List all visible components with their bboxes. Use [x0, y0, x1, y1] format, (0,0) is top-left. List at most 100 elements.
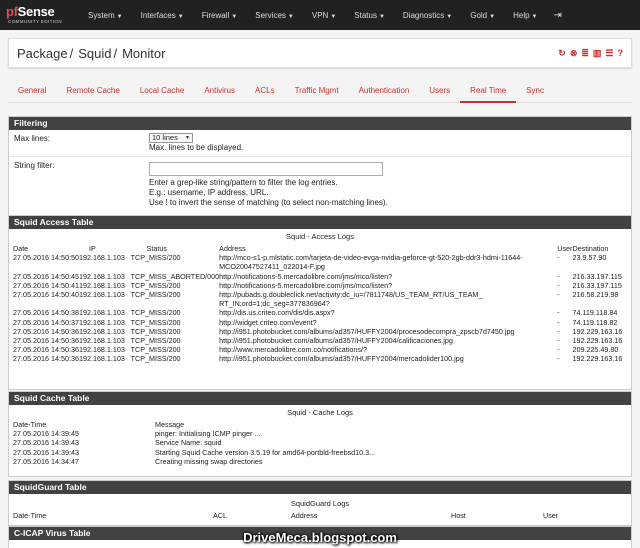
squidguard-header-row: Date-Time ACL Address Host User [13, 508, 631, 520]
cell-destination: 192.229.163.16 [572, 354, 623, 364]
access-row: MCO20047527411_022014-F.jpg [13, 262, 631, 271]
cell-ip: 192.168.1.103 [78, 354, 125, 364]
top-navbar: pfSense COMMUNITY EDITION System ▼ Interf… [0, 0, 640, 30]
squidguard-table: Date-Time ACL Address Host User [13, 508, 631, 520]
cache-row: 27.05.2016 14:39:43 Service Name: squid [13, 438, 631, 447]
nav-firewall[interactable]: Firewall ▼ [202, 11, 238, 20]
nav-help[interactable]: Help ▼ [513, 11, 537, 20]
cell-destination: 209.225.49.80 [572, 345, 619, 355]
reload-icon[interactable]: ↻ [558, 48, 566, 59]
access-caption: Squid - Access Logs [286, 232, 354, 241]
nav-interfaces[interactable]: Interfaces ▼ [141, 11, 184, 20]
access-row: 27.05.2016 14:50:50 192.168.1.103 TCP_MISS… [13, 253, 631, 262]
settings-icon[interactable]: ≣ [581, 48, 589, 59]
cell-ip [79, 262, 131, 271]
filtering-title: Filtering [9, 117, 631, 130]
cell-user: - [557, 345, 560, 355]
col-message: Message [155, 420, 185, 429]
cell-destination: 216.33.197.115 [572, 280, 622, 290]
access-row: 27.05.2016 14:50:36 192.168.1.103 TCP_MISS… [13, 354, 631, 363]
access-row: 27.05.2016 14:50:40 192.168.1.103 TCP_MISS… [13, 290, 631, 299]
tab-remote-cache[interactable]: Remote Cache [56, 78, 129, 103]
col-sg-date-time: Date-Time [13, 511, 47, 520]
tab-traffic-mgmt[interactable]: Traffic Mgmt [285, 78, 349, 103]
tab-acls[interactable]: ACLs [245, 78, 285, 103]
cache-panel: Squid Cache Table Squid - Cache Logs Dat… [8, 391, 632, 477]
nav-gold[interactable]: Gold ▼ [470, 11, 495, 20]
cell-ip: 192.168.1.103 [78, 317, 125, 327]
cell-message: Creating missing swap directories [155, 456, 263, 466]
cell-ip: 192.168.1.103 [78, 336, 125, 346]
tab-local-cache[interactable]: Local Cache [130, 78, 194, 103]
nav-vpn[interactable]: VPN ▼ [312, 11, 336, 20]
cell-date [13, 262, 79, 271]
string-filter-input[interactable] [149, 162, 383, 176]
cell-destination: 74.119.118.82 [572, 317, 618, 327]
tab-authentication[interactable]: Authentication [349, 78, 420, 103]
header-icons: ↻ ⊗ ≣ ▥ ☰ ? [558, 48, 623, 59]
cell-user: - [557, 317, 560, 327]
cell-address: http://dis.us.criteo.com/dis/dis.aspx? [219, 308, 335, 318]
tab-sync[interactable]: Sync [516, 78, 554, 103]
cache-row: 27.05.2016 14:39:43 Starting Squid Cache … [13, 448, 631, 457]
access-row: 27.05.2016 14:50:37 192.168.1.103 TCP_MISS… [13, 318, 631, 327]
cell-user: - [557, 336, 560, 346]
tab-users[interactable]: Users [419, 78, 460, 103]
string-filter-row: String filter: Enter a grep-like string/… [9, 157, 631, 213]
col-sg-address: Address [291, 511, 318, 520]
chart-icon[interactable]: ▥ [593, 48, 602, 59]
cell-ip: 192.168.1.103 [78, 290, 125, 300]
string-filter-label: String filter: [14, 161, 55, 170]
nav-status[interactable]: Status ▼ [354, 11, 385, 20]
cell-user [557, 299, 572, 308]
logo-subtitle: COMMUNITY EDITION [8, 19, 62, 24]
tab-antivirus[interactable]: Antivirus [194, 78, 245, 103]
access-row: 27.05.2016 14:50:41 192.168.1.103 TCP_MISS… [13, 281, 631, 290]
nav-system[interactable]: System ▼ [88, 11, 123, 20]
cache-header-row: Date-Time Message [13, 417, 631, 429]
cell-date: 27.05.2016 14:50:36 [13, 336, 79, 346]
squid-tabs: General Remote Cache Local Cache Antivir… [8, 78, 632, 103]
cell-destination: 216.33.197.115 [572, 271, 622, 281]
cell-user: - [557, 290, 560, 300]
cell-status [131, 262, 220, 271]
breadcrumb-package[interactable]: Package [17, 46, 68, 61]
access-title: Squid Access Table [9, 216, 631, 229]
cell-ip: 192.168.1.103 [78, 326, 125, 336]
sign-out-icon[interactable]: ⇥ [554, 10, 562, 21]
nav-services[interactable]: Services ▼ [255, 11, 294, 20]
cell-date: 27.05.2016 14:50:40 [13, 290, 79, 300]
cell-address: http://widget.criteo.com/event? [219, 317, 317, 327]
cell-message: Starting Squid Cache version 3.5.19 for … [155, 447, 376, 457]
cell-destination: 23.9.57.90 [572, 253, 607, 263]
cell-status: TCP_MISS/200 [130, 354, 181, 364]
cell-destination [572, 299, 631, 308]
cell-ip: 192.168.1.103 [78, 271, 125, 281]
cell-address: http://i951.photobucket.com/albums/ad357… [219, 336, 453, 346]
access-row: 27.05.2016 14:50:36 192.168.1.103 TCP_MISS… [13, 345, 631, 354]
cache-table: Date-Time Message 27.05.2016 14:39:45 pin… [13, 417, 631, 466]
cell-date-time: 27.05.2016 14:39:43 [13, 438, 79, 448]
cell-message: Service Name: squid [155, 438, 222, 448]
max-lines-select[interactable]: 10 lines ▼ [149, 133, 193, 143]
breadcrumb-squid[interactable]: Squid [78, 46, 111, 61]
log-icon[interactable]: ☰ [605, 48, 613, 59]
breadcrumb-monitor: Monitor [122, 45, 166, 61]
tab-general[interactable]: General [8, 78, 56, 103]
nav-diagnostics[interactable]: Diagnostics ▼ [403, 11, 452, 20]
col-address: Address [219, 244, 246, 253]
access-row: RT_IN;ord=1;dc_seg=377836964? [13, 299, 631, 308]
cell-address: http://i951.photobucket.com/albums/ad357… [219, 326, 515, 336]
col-ip: IP [88, 244, 96, 253]
help-icon[interactable]: ? [618, 48, 624, 59]
logo-text: Sense [17, 4, 55, 19]
cell-user: - [557, 354, 560, 364]
access-header-row: Date IP Status Address User Destination [13, 241, 631, 253]
cell-status: TCP_MISS/200 [130, 317, 181, 327]
tab-real-time[interactable]: Real Time [460, 78, 517, 103]
stop-icon[interactable]: ⊗ [570, 48, 578, 59]
cell-user: - [557, 280, 560, 290]
cell-status: TCP_MISS/200 [130, 290, 181, 300]
pfsense-logo[interactable]: pfSense COMMUNITY EDITION [0, 0, 70, 30]
access-table: Date IP Status Address User Destination … [13, 241, 631, 364]
